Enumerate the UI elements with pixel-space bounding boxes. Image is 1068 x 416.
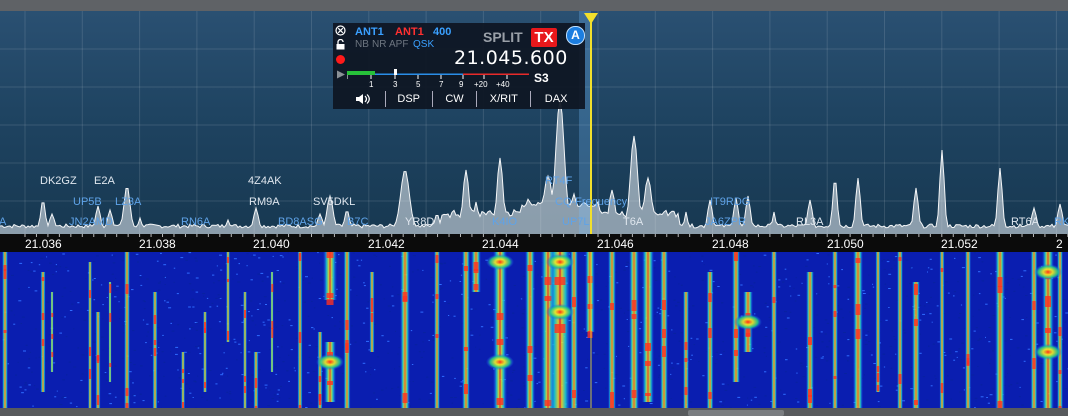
spot-lz3a[interactable]: LZ3A — [115, 196, 141, 208]
apf-toggle[interactable]: APF — [389, 39, 408, 50]
freq-tick-label: 21.044 — [482, 237, 519, 251]
spot-a[interactable]: A — [0, 216, 6, 228]
s-meter-label: +40 — [496, 80, 510, 89]
freq-tick-label: 21.036 — [25, 237, 62, 251]
spot-rn6a[interactable]: RN6A — [181, 216, 210, 228]
spot-rl3a[interactable]: RL3A — [796, 216, 824, 228]
unlock-icon[interactable] — [335, 39, 346, 50]
spectrum-fill — [0, 100, 1068, 234]
nb-toggle[interactable]: NB — [355, 39, 369, 50]
spot-up7l[interactable]: UP7L — [562, 216, 590, 228]
slice-flag-tabs: DSP CW X/RIT DAX — [341, 91, 581, 107]
waterfall-display[interactable] — [0, 252, 1068, 416]
spot-yr8d[interactable]: YR8D — [405, 216, 434, 228]
tx-antenna-button[interactable]: ANT1 — [395, 26, 424, 38]
dsp-tab[interactable]: DSP — [384, 91, 432, 107]
freq-tick-label: 21.038 — [139, 237, 176, 251]
s-meter-label: 9 — [459, 80, 464, 89]
qsk-indicator[interactable]: QSK — [413, 39, 434, 50]
mode-tab[interactable]: CW — [431, 91, 477, 107]
spot-e2a[interactable]: E2A — [94, 175, 115, 187]
freq-tick-label: 21.040 — [253, 237, 290, 251]
tx-button[interactable]: TX — [531, 28, 557, 47]
speaker-icon — [355, 94, 370, 105]
spot-ja6zpr[interactable]: JA6ZPR — [705, 216, 746, 228]
s-meter-bar — [347, 69, 529, 79]
panadapter-window: A DK2GZ E2A UP5B LZ3A JN2AMD RN6A 4Z4AK … — [0, 0, 1068, 416]
s-meter-value: S3 — [534, 71, 549, 85]
xrit-tab[interactable]: X/RIT — [476, 91, 530, 107]
s-meter-label: +20 — [474, 80, 488, 89]
close-circle-icon[interactable] — [335, 25, 346, 36]
freq-tick-label: 21.042 — [368, 237, 405, 251]
freq-tick-label: 21.048 — [712, 237, 749, 251]
freq-tick-label: 21.046 — [597, 237, 634, 251]
slice-letter-badge[interactable]: A — [566, 26, 585, 45]
dax-tab[interactable]: DAX — [530, 91, 581, 107]
spot-t6a[interactable]: T6A — [623, 216, 643, 228]
s-meter-label: 7 — [439, 80, 444, 89]
split-button[interactable]: SPLIT — [483, 29, 523, 45]
horizontal-scrollbar[interactable] — [0, 408, 1068, 416]
s-meter-label: 5 — [416, 80, 421, 89]
spot-cq-frequency[interactable]: CQ-Frequency — [555, 196, 627, 208]
spot-b7c[interactable]: B7C — [347, 216, 368, 228]
record-icon[interactable] — [335, 54, 346, 65]
spot-it9rdg[interactable]: IT9RDG — [710, 196, 750, 208]
spot-jn2amd[interactable]: JN2AMD — [69, 216, 113, 228]
spot-sv5dkl[interactable]: SV5DKL — [313, 196, 355, 208]
freq-tick-label: 2 — [1056, 237, 1063, 251]
play-icon[interactable] — [335, 69, 346, 80]
spot-rt4f[interactable]: RT4F — [545, 175, 572, 187]
spot-dk2gz[interactable]: DK2GZ — [40, 175, 77, 187]
audio-tab[interactable] — [341, 91, 385, 107]
s-meter-label: 3 — [393, 80, 398, 89]
spot-rk[interactable]: RK — [1054, 216, 1068, 228]
slice-flag[interactable]: ANT1 ANT1 400 NB NR APF QSK SPLIT TX A 2… — [333, 23, 585, 109]
s-meter-label: 1 — [369, 80, 374, 89]
freq-tick-label: 21.052 — [941, 237, 978, 251]
freq-tick-label: 21.050 — [827, 237, 864, 251]
slice-frequency[interactable]: 21.045.600 — [454, 47, 568, 69]
spot-bd8asg[interactable]: BD8ASG — [278, 216, 323, 228]
spot-4z4ak[interactable]: 4Z4AK — [248, 175, 282, 187]
frequency-scale[interactable]: 21.036 21.038 21.040 21.042 21.044 21.04… — [0, 234, 1068, 252]
spot-rm9a[interactable]: RM9A — [249, 196, 280, 208]
filter-width-button[interactable]: 400 — [433, 26, 451, 38]
scrollbar-thumb[interactable] — [688, 410, 784, 416]
panadapter-display[interactable]: A DK2GZ E2A UP5B LZ3A JN2AMD RN6A 4Z4AK … — [0, 11, 1068, 234]
nr-toggle[interactable]: NR — [372, 39, 386, 50]
spot-rt6a[interactable]: RT6A — [1011, 216, 1039, 228]
rx-antenna-button[interactable]: ANT1 — [355, 26, 384, 38]
spot-k4io[interactable]: K4IO — [492, 216, 517, 228]
spot-up5b[interactable]: UP5B — [73, 196, 102, 208]
